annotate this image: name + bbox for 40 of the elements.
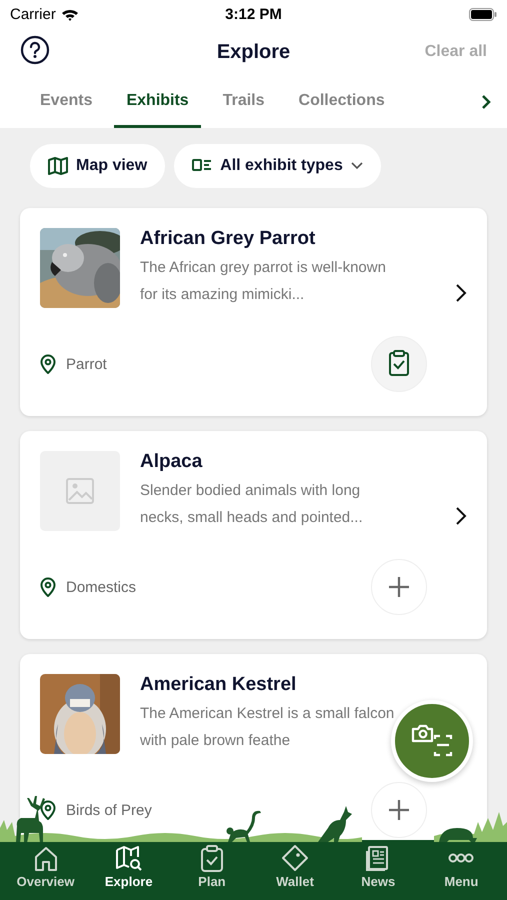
- nav-tab[interactable]: Menu: [426, 840, 496, 900]
- chevron-right-icon[interactable]: [455, 506, 467, 526]
- exhibit-title: Alpaca: [140, 451, 204, 473]
- location-pin-icon: [40, 800, 56, 820]
- location-pin-icon: [40, 354, 56, 374]
- tortoise-silhouette-icon: [437, 826, 477, 842]
- exhibit-type-dropdown[interactable]: All exhibit types: [174, 144, 381, 188]
- nav-tab[interactable]: Wallet: [260, 840, 330, 900]
- kangaroo-silhouette-icon: [318, 806, 352, 842]
- chevron-right-icon[interactable]: [481, 94, 491, 110]
- exhibit-description: Slender bodied animals with long necks, small heads and pointed...: [140, 481, 364, 528]
- exhibit-description: The American Kestrel is a small falcon with pale brown feathe: [140, 704, 395, 751]
- location-label: Birds of Prey: [66, 802, 152, 818]
- chevron-down-icon: [350, 162, 363, 170]
- exhibit-title: American Kestrel: [140, 674, 298, 696]
- exhibit-title: African Grey Parrot: [140, 228, 316, 250]
- nav-tab[interactable]: Plan: [176, 840, 247, 900]
- help-icon[interactable]: [20, 34, 50, 64]
- exhibit-description: The African grey parrot is well-known for its amazing mimicki...: [140, 258, 387, 305]
- wifi-icon: [60, 8, 79, 20]
- tab[interactable]: Collections: [286, 76, 397, 128]
- nav-tab[interactable]: Explore: [94, 840, 164, 900]
- clock-time: 3:12 PM: [224, 6, 283, 22]
- location-pin-icon: [40, 577, 56, 597]
- wallet-icon: [281, 844, 310, 872]
- carrier-label: Carrier: [10, 6, 56, 22]
- tab[interactable]: Events: [28, 76, 104, 128]
- lemur-silhouette-icon: [226, 810, 262, 842]
- location-label: Parrot: [66, 356, 107, 372]
- nav-tab[interactable]: News: [343, 840, 414, 900]
- page-title: Explore: [216, 40, 292, 64]
- location-label: Domestics: [66, 578, 136, 596]
- explore-icon: [114, 844, 143, 872]
- map-icon: [48, 156, 68, 176]
- chevron-right-icon[interactable]: [455, 283, 467, 303]
- tab[interactable]: Trails: [210, 76, 277, 128]
- map-view-button[interactable]: Map view: [30, 144, 166, 188]
- image-icon: [66, 478, 94, 504]
- nav-tab[interactable]: Overview: [10, 840, 81, 900]
- battery-icon: [469, 8, 497, 20]
